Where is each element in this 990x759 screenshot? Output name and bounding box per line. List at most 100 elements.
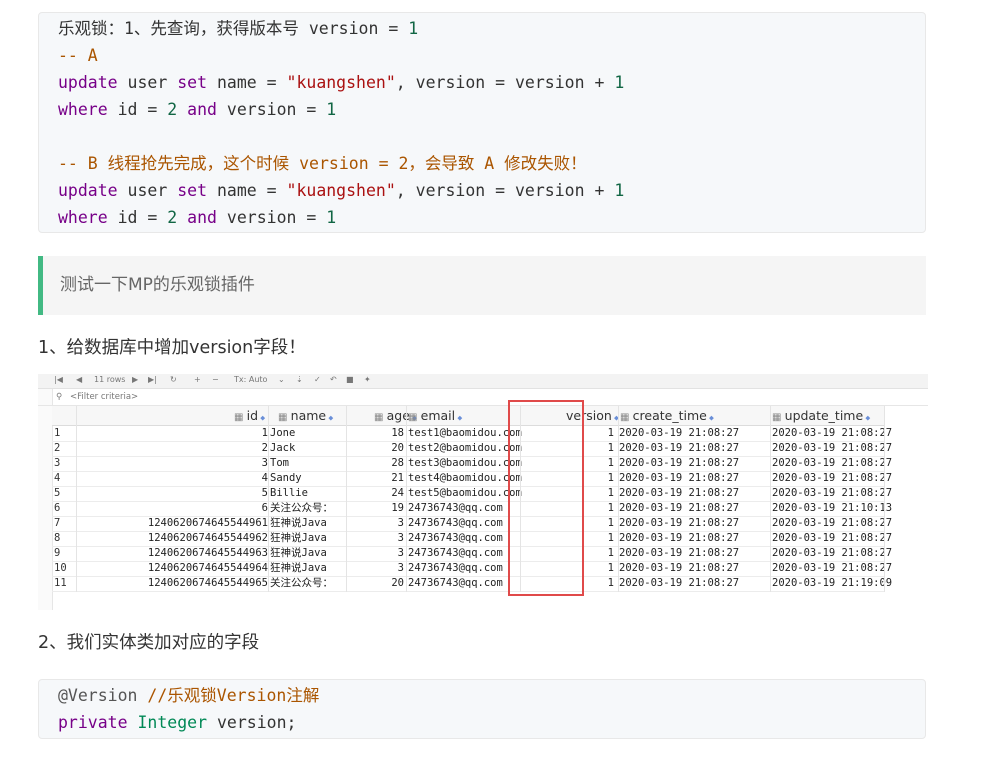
sort-icon[interactable]: ⬥ xyxy=(863,414,870,422)
table-cell[interactable]: 狂神说Java xyxy=(270,531,350,546)
table-cell[interactable]: 2020-03-19 21:08:27 xyxy=(772,561,922,576)
prev-page-icon[interactable]: ◀ xyxy=(76,375,82,384)
table-cell[interactable]: 2020-03-19 21:08:27 xyxy=(772,486,922,501)
table-cell[interactable]: 20 xyxy=(346,441,404,456)
table-cell[interactable]: 3 xyxy=(346,516,404,531)
stop-icon[interactable]: ■ xyxy=(346,375,354,384)
db-toolbar: |◀ ◀ 11 rows ▶ ▶| ↻ + − Tx: Auto ⌄ ⇣ ✓ ↶… xyxy=(38,374,928,389)
table-cell[interactable]: 2020-03-19 21:08:27 xyxy=(772,441,922,456)
table-cell[interactable]: 1240620674645544962 xyxy=(80,531,268,546)
table-cell[interactable]: Sandy xyxy=(270,471,350,486)
table-row[interactable]: 5 5 Billie 24 test5@baomidou.com 1 2020-03-19 … xyxy=(52,486,892,502)
code-token: version; xyxy=(207,713,297,732)
table-cell[interactable]: 2020-03-19 21:08:27 xyxy=(619,546,769,561)
table-cell[interactable]: 2020-03-19 21:08:27 xyxy=(619,576,769,591)
table-cell[interactable]: Billie xyxy=(270,486,350,501)
table-cell[interactable]: 1240620674645544961 xyxy=(80,516,268,531)
table-cell[interactable]: 狂神说Java xyxy=(270,546,350,561)
sort-icon[interactable]: ⬥ xyxy=(707,414,714,422)
table-cell[interactable]: 2020-03-19 21:19:09 xyxy=(772,576,922,591)
code-token: @Version xyxy=(58,686,138,705)
check-icon[interactable]: ✓ xyxy=(314,375,321,384)
table-cell[interactable]: 2020-03-19 21:08:27 xyxy=(619,516,769,531)
table-cell[interactable]: 2020-03-19 21:08:27 xyxy=(772,546,922,561)
table-cell[interactable]: 2020-03-19 21:10:13 xyxy=(772,501,922,516)
first-page-icon[interactable]: |◀ xyxy=(54,375,63,384)
table-row[interactable]: 1 1 Jone 18 test1@baomidou.com 1 2020-03-19 21… xyxy=(52,426,892,442)
table-cell[interactable]: 2 xyxy=(80,441,268,456)
sort-icon[interactable]: ⬥ xyxy=(326,414,333,422)
table-cell[interactable]: 5 xyxy=(80,486,268,501)
table-row[interactable]: 2 2 Jack 20 test2@baomidou.com 1 2020-03-19 21… xyxy=(52,441,892,457)
next-page-icon[interactable]: ▶ xyxy=(132,375,138,384)
row-count-label[interactable]: 11 rows xyxy=(94,375,125,384)
table-cell[interactable]: 2020-03-19 21:08:27 xyxy=(619,456,769,471)
table-cell[interactable]: 2020-03-19 21:08:27 xyxy=(772,426,922,441)
table-cell[interactable]: 1240620674645544964 xyxy=(80,561,268,576)
column-header-name[interactable]: ▦ name ⬥ xyxy=(278,408,333,423)
table-row[interactable]: 8 1240620674645544962 狂神说Java 3 24736743@qq.… xyxy=(52,531,892,547)
table-cell[interactable]: 1 xyxy=(80,426,268,441)
table-cell[interactable]: 28 xyxy=(346,456,404,471)
table-row[interactable]: 9 1240620674645544963 狂神说Java 3 24736743@qq.… xyxy=(52,546,892,562)
table-cell[interactable]: 2020-03-19 21:08:27 xyxy=(619,501,769,516)
add-row-icon[interactable]: + xyxy=(194,375,201,384)
table-cell[interactable]: 4 xyxy=(80,471,268,486)
column-header-id[interactable]: ▦ id ⬥ xyxy=(234,408,265,423)
table-row[interactable]: 3 3 Tom 28 test3@baomidou.com 1 2020-03-19 21:… xyxy=(52,456,892,472)
code-token: id = xyxy=(107,208,168,227)
table-cell[interactable]: 关注公众号： xyxy=(270,501,350,516)
table-cell[interactable]: 2020-03-19 21:08:27 xyxy=(772,471,922,486)
table-cell[interactable]: 3 xyxy=(346,546,404,561)
table-cell[interactable]: 20 xyxy=(346,576,404,591)
rollback-icon[interactable]: ↶ xyxy=(330,375,337,384)
table-cell[interactable]: 2020-03-19 21:08:27 xyxy=(772,531,922,546)
table-row[interactable]: 11 1240620674645544965 关注公众号： 20 24736743@qq… xyxy=(52,576,892,592)
table-cell[interactable]: Tom xyxy=(270,456,350,471)
table-cell[interactable]: 6 xyxy=(80,501,268,516)
table-cell[interactable]: 18 xyxy=(346,426,404,441)
commit-icon[interactable]: ⇣ xyxy=(296,375,303,384)
table-row[interactable]: 10 1240620674645544964 狂神说Java 3 24736743@qq… xyxy=(52,561,892,577)
refresh-icon[interactable]: ↻ xyxy=(170,375,177,384)
table-cell[interactable]: 3 xyxy=(346,561,404,576)
table-cell[interactable]: Jack xyxy=(270,441,350,456)
code-token: , version = version + xyxy=(395,181,615,200)
table-cell[interactable]: 2020-03-19 21:08:27 xyxy=(772,516,922,531)
table-row[interactable]: 6 6 关注公众号： 19 24736743@qq.com 1 2020-03-19 21:… xyxy=(52,501,892,517)
code-token: version = xyxy=(216,208,327,227)
table-cell[interactable]: 1240620674645544965 xyxy=(80,576,268,591)
table-cell[interactable]: 2020-03-19 21:08:27 xyxy=(619,471,769,486)
column-header-update-time[interactable]: ▦ update_time ⬥ xyxy=(772,408,870,423)
table-row[interactable]: 4 4 Sandy 21 test4@baomidou.com 1 2020-03-19 2… xyxy=(52,471,892,487)
code-token: where xyxy=(58,100,108,119)
table-cell[interactable]: 狂神说Java xyxy=(270,516,350,531)
table-cell[interactable]: 3 xyxy=(80,456,268,471)
table-cell[interactable]: 1240620674645544963 xyxy=(80,546,268,561)
tx-mode-dropdown[interactable]: Tx: Auto xyxy=(234,375,267,384)
table-cell[interactable]: 3 xyxy=(346,531,404,546)
table-cell[interactable]: 狂神说Java xyxy=(270,561,350,576)
table-cell[interactable]: 2020-03-19 21:08:27 xyxy=(619,426,769,441)
table-cell[interactable]: 21 xyxy=(346,471,404,486)
table-cell[interactable]: Jone xyxy=(270,426,350,441)
settings-icon[interactable]: ✦ xyxy=(364,375,371,384)
column-header-create-time[interactable]: ▦ create_time ⬥ xyxy=(620,408,714,423)
table-cell[interactable]: 2020-03-19 21:08:27 xyxy=(772,456,922,471)
sort-icon[interactable]: ⬥ xyxy=(258,414,265,422)
last-page-icon[interactable]: ▶| xyxy=(148,375,157,384)
table-cell[interactable]: 2020-03-19 21:08:27 xyxy=(619,561,769,576)
db-filter-bar[interactable]: ⚲ <Filter criteria> xyxy=(38,389,928,406)
table-cell[interactable]: 19 xyxy=(346,501,404,516)
filter-input[interactable]: <Filter criteria> xyxy=(70,389,138,405)
table-cell[interactable]: 2020-03-19 21:08:27 xyxy=(619,441,769,456)
column-header-email[interactable]: ▦ email ⬥ xyxy=(408,408,462,423)
remove-row-icon[interactable]: − xyxy=(212,375,219,384)
table-row[interactable]: 7 1240620674645544961 狂神说Java 3 24736743@qq.… xyxy=(52,516,892,532)
table-cell[interactable]: 2020-03-19 21:08:27 xyxy=(619,531,769,546)
sort-icon[interactable]: ⬥ xyxy=(455,414,462,422)
table-cell[interactable]: 2020-03-19 21:08:27 xyxy=(619,486,769,501)
chevron-down-icon[interactable]: ⌄ xyxy=(278,375,285,384)
table-cell[interactable]: 24 xyxy=(346,486,404,501)
table-cell[interactable]: 关注公众号： xyxy=(270,576,350,591)
